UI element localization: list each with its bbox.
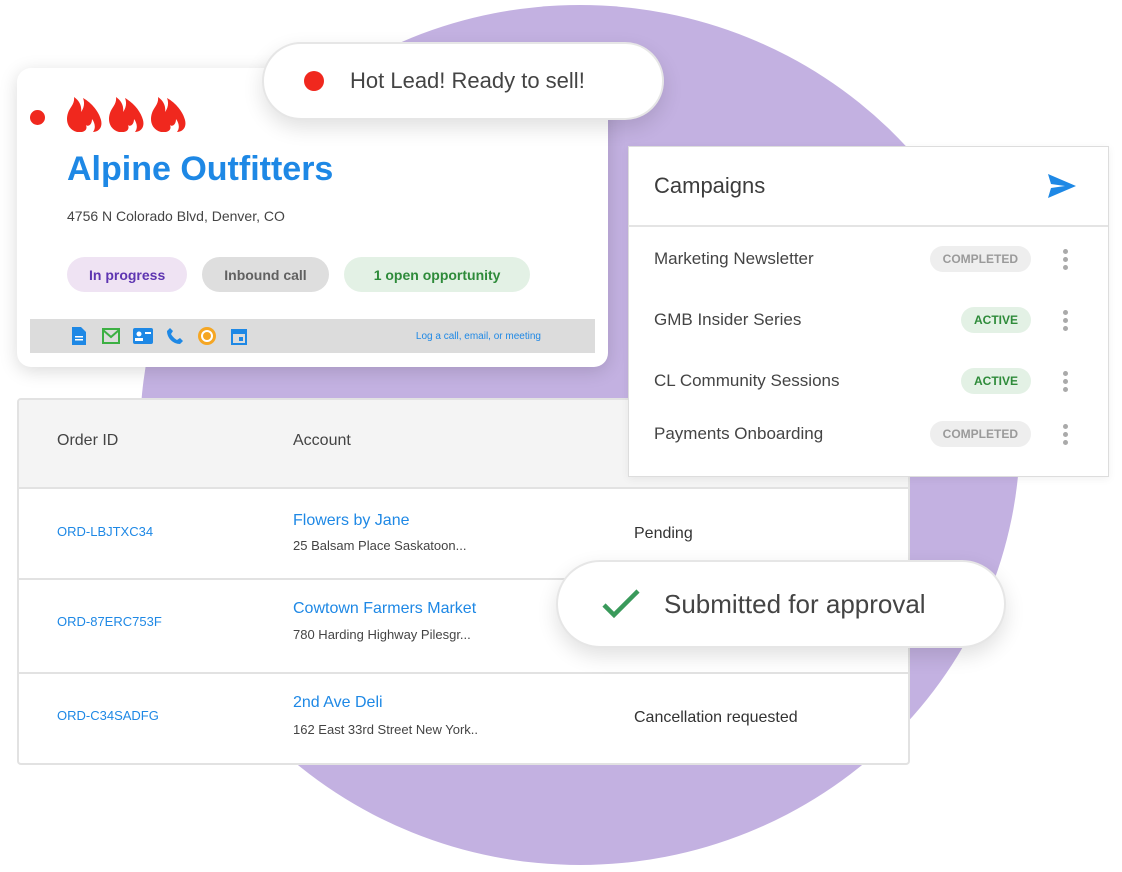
table-row[interactable]: ORD-C34SADFG 2nd Ave Deli 162 East 33rd … bbox=[19, 674, 908, 763]
hot-lead-text: Hot Lead! Ready to sell! bbox=[350, 68, 585, 93]
order-id-link[interactable]: ORD-87ERC753F bbox=[57, 614, 162, 629]
alert-dot bbox=[304, 71, 324, 91]
campaign-name: CL Community Sessions bbox=[654, 371, 840, 390]
status-chip[interactable]: In progress bbox=[67, 257, 188, 292]
company-address: 4756 N Colorado Blvd, Denver, CO bbox=[67, 208, 285, 224]
status-dot bbox=[30, 110, 45, 125]
campaign-item[interactable]: Marketing Newsletter COMPLETED bbox=[654, 244, 1068, 274]
badge-icon[interactable] bbox=[196, 325, 218, 347]
campaign-item[interactable]: Payments Onboarding COMPLETED bbox=[654, 419, 1068, 449]
hot-lead-notification: Hot Lead! Ready to sell! bbox=[262, 42, 664, 120]
order-status: Cancellation requested bbox=[634, 709, 798, 726]
status-badge: COMPLETED bbox=[929, 421, 1031, 447]
account-address: 25 Balsam Place Saskatoon... bbox=[293, 538, 467, 553]
campaign-item[interactable]: GMB Insider Series ACTIVE bbox=[654, 305, 1068, 335]
fire-icon bbox=[109, 97, 144, 132]
campaigns-panel: Campaigns Marketing Newsletter COMPLETED… bbox=[628, 146, 1109, 477]
account-address: 780 Harding Highway Pilesgr... bbox=[293, 627, 471, 642]
phone-icon[interactable] bbox=[164, 325, 186, 347]
fire-icon bbox=[67, 97, 102, 132]
account-link[interactable]: 2nd Ave Deli bbox=[293, 694, 383, 712]
document-icon[interactable] bbox=[68, 325, 90, 347]
log-activity-link[interactable]: Log a call, email, or meeting bbox=[416, 331, 541, 342]
contact-card-icon[interactable] bbox=[132, 325, 154, 347]
send-icon[interactable] bbox=[1048, 174, 1076, 198]
submitted-notification: Submitted for approval bbox=[556, 560, 1006, 648]
order-status: Pending bbox=[634, 525, 693, 542]
status-badge: ACTIVE bbox=[960, 368, 1031, 394]
campaigns-title: Campaigns bbox=[654, 173, 766, 198]
more-options-icon[interactable] bbox=[1063, 309, 1068, 331]
order-id-link[interactable]: ORD-C34SADFG bbox=[57, 708, 159, 723]
campaign-name: Marketing Newsletter bbox=[654, 249, 814, 268]
activity-toolbar: Log a call, email, or meeting bbox=[30, 319, 595, 353]
fire-icon bbox=[151, 97, 186, 132]
campaign-name: Payments Onboarding bbox=[654, 424, 824, 443]
account-link[interactable]: Flowers by Jane bbox=[293, 512, 410, 530]
account-link[interactable]: Cowtown Farmers Market bbox=[293, 600, 476, 618]
opportunity-chip[interactable]: 1 open opportunity bbox=[343, 257, 531, 292]
submitted-text: Submitted for approval bbox=[664, 588, 926, 619]
source-chip[interactable]: Inbound call bbox=[202, 257, 329, 292]
more-options-icon[interactable] bbox=[1063, 248, 1068, 270]
more-options-icon[interactable] bbox=[1063, 370, 1068, 392]
status-badge: COMPLETED bbox=[929, 246, 1031, 272]
account-address: 162 East 33rd Street New York.. bbox=[293, 722, 478, 737]
column-header-order-id[interactable]: Order ID bbox=[57, 432, 118, 450]
checkmark-icon bbox=[602, 589, 640, 619]
more-options-icon[interactable] bbox=[1063, 423, 1068, 445]
calendar-icon[interactable] bbox=[228, 325, 250, 347]
hotness-indicator bbox=[65, 88, 189, 132]
email-icon[interactable] bbox=[100, 325, 122, 347]
column-header-account[interactable]: Account bbox=[293, 432, 351, 450]
campaign-name: GMB Insider Series bbox=[654, 310, 802, 329]
campaign-item[interactable]: CL Community Sessions ACTIVE bbox=[654, 366, 1068, 396]
order-id-link[interactable]: ORD-LBJTXC34 bbox=[57, 524, 153, 539]
company-name: Alpine Outfitters bbox=[67, 150, 334, 188]
status-badge: ACTIVE bbox=[960, 307, 1031, 333]
